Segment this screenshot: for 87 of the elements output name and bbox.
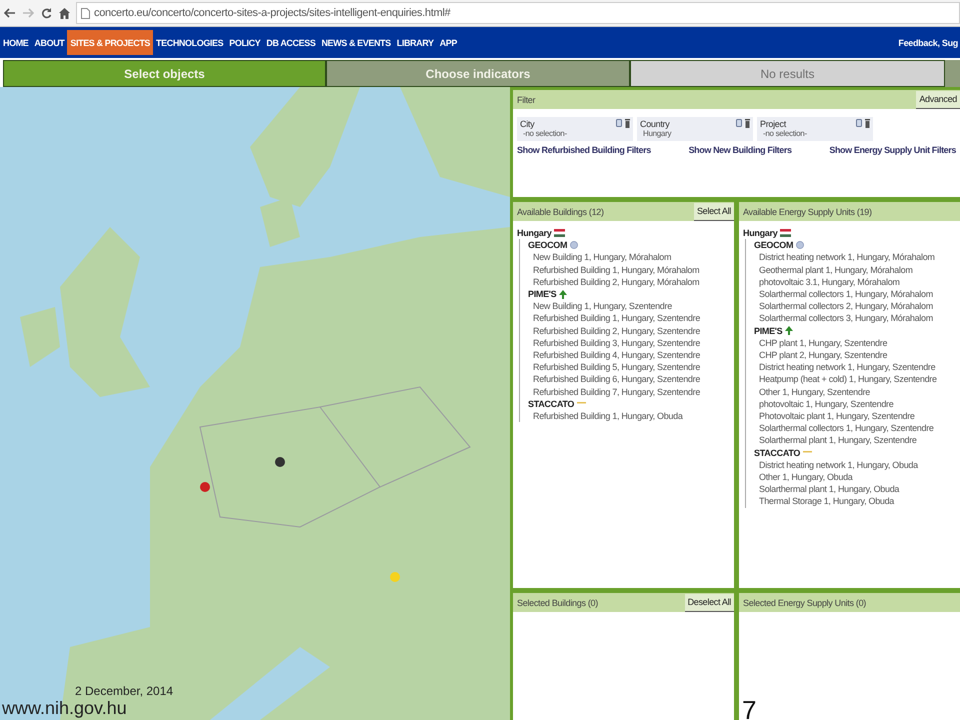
select-all-button[interactable]: Select All bbox=[694, 202, 734, 220]
tree-item[interactable]: CHP plant 1, Hungary, Szentendre bbox=[759, 336, 888, 350]
tree-item[interactable]: Refurbished Building 7, Hungary, Szentendre bbox=[533, 386, 700, 398]
trash-icon[interactable] bbox=[865, 119, 870, 128]
filter-label: Country bbox=[640, 119, 671, 129]
tree-item[interactable]: Heatpump (heat + cold) 1, Hungary, Szentendre bbox=[759, 373, 937, 386]
panel-title: Selected Buildings (0) bbox=[517, 598, 598, 608]
filter-value: Hungary bbox=[642, 129, 672, 139]
tree-item[interactable]: Thermal Storage 1, Hungary, Obuda bbox=[759, 495, 894, 508]
nav-link[interactable]: DB ACCESS bbox=[263, 30, 318, 55]
filter-field[interactable]: City -no selection- bbox=[517, 117, 633, 141]
filter-field[interactable]: Project -no selection- bbox=[757, 117, 873, 141]
tree-group-label[interactable]: GEOCOM bbox=[754, 239, 794, 252]
tree-item[interactable]: District heating network 1, Hungary, Szentendre bbox=[759, 361, 936, 374]
nav-link[interactable]: POLICY bbox=[226, 30, 264, 55]
tree-item[interactable]: Geothermal plant 1, Hungary, Mórahalom bbox=[759, 264, 913, 276]
reload-icon[interactable] bbox=[40, 7, 52, 19]
nav-link[interactable]: NEWS & EVENTS bbox=[318, 30, 394, 55]
globe-icon bbox=[796, 241, 804, 250]
filter-label: Project bbox=[760, 119, 788, 129]
advanced-button[interactable]: Advanced bbox=[916, 90, 960, 108]
tree-item[interactable]: Solarthermal plant 1, Hungary, Szentendre bbox=[759, 434, 917, 447]
panel-title: Available Energy Supply Units (19) bbox=[743, 206, 872, 216]
tree-item[interactable]: Refurbished Building 4, Hungary, Szentendre bbox=[533, 349, 700, 362]
tree-group-label[interactable]: PIME'S bbox=[528, 288, 556, 300]
tree-item[interactable]: Refurbished Building 2, Hungary, Mórahalom bbox=[533, 276, 700, 288]
flag-icon bbox=[780, 229, 792, 238]
tree-item[interactable]: Refurbished Building 2, Hungary, Szentendre bbox=[533, 324, 700, 337]
home-icon[interactable] bbox=[58, 7, 70, 19]
tree-item[interactable]: Solarthermal plant 1, Hungary, Obuda bbox=[759, 483, 900, 496]
tree-item[interactable]: photovoltaic 1, Hungary, Szentendre bbox=[759, 398, 894, 410]
panel-title: Filter bbox=[517, 94, 536, 104]
tree-item[interactable]: photovoltaic 3.1, Hungary, Mórahalom bbox=[759, 276, 900, 288]
nav-link[interactable]: TECHNOLOGIES bbox=[153, 30, 226, 55]
panel-title: Selected Energy Supply Units (0) bbox=[743, 598, 866, 608]
tree-item[interactable]: New Building 1, Hungary, Szentendre bbox=[533, 300, 672, 312]
trash-icon[interactable] bbox=[625, 119, 630, 128]
tree-item[interactable]: Refurbished Building 1, Hungary, Szentendre bbox=[533, 312, 700, 325]
tree-item[interactable]: Solarthermal collectors 1, Hungary, Mórahalom bbox=[759, 288, 933, 300]
filter-value: -no selection- bbox=[522, 129, 568, 139]
nav-link[interactable]: APP bbox=[436, 30, 460, 55]
tree-item[interactable]: Refurbished Building 5, Hungary, Szentendre bbox=[533, 361, 700, 374]
filter-label: City bbox=[520, 119, 536, 129]
tree-item[interactable]: Solarthermal collectors 3, Hungary, Mórahalom bbox=[759, 312, 933, 325]
filter-link[interactable]: Show Energy Supply Unit Filters bbox=[829, 145, 956, 155]
filter-link[interactable]: Show Refurbished Building Filters bbox=[517, 145, 651, 155]
slide-number: 7 bbox=[742, 698, 756, 720]
feedback-link[interactable]: Feedback, Sug bbox=[898, 38, 960, 48]
dash-icon bbox=[577, 402, 586, 406]
tree-item[interactable]: Refurbished Building 1, Hungary, Mórahalom bbox=[533, 264, 700, 276]
tree-group-label[interactable]: PIME'S bbox=[754, 324, 782, 337]
tree-group-label[interactable]: Hungary bbox=[517, 227, 552, 240]
nav-link[interactable]: HOME bbox=[0, 30, 32, 55]
tree-item[interactable]: Photovoltaic plant 1, Hungary, Szentendre bbox=[759, 410, 915, 422]
tree-item[interactable]: Solarthermal collectors 2, Hungary, Mórahalom bbox=[759, 300, 933, 312]
tree-item[interactable]: New Building 1, Hungary, Mórahalom bbox=[533, 251, 672, 264]
tree-group-label[interactable]: GEOCOM bbox=[528, 239, 568, 252]
flag-icon bbox=[554, 229, 566, 238]
tree-icon bbox=[785, 326, 794, 336]
filter-field[interactable]: Country Hungary bbox=[637, 117, 753, 141]
tree-group-label[interactable]: STACCATO bbox=[528, 398, 574, 410]
back-icon[interactable] bbox=[4, 7, 16, 19]
tree-item[interactable]: Refurbished Building 3, Hungary, Szentendre bbox=[533, 336, 700, 350]
dash-icon bbox=[803, 451, 812, 454]
nav-link[interactable]: LIBRARY bbox=[394, 30, 437, 55]
tree-item[interactable]: District heating network 1, Hungary, Mórahalom bbox=[759, 251, 935, 264]
tree-item[interactable]: Other 1, Hungary, Obuda bbox=[759, 471, 852, 484]
tree-item[interactable]: Refurbished Building 1, Hungary, Obuda bbox=[533, 410, 683, 422]
tree-item[interactable]: CHP plant 2, Hungary, Szentendre bbox=[759, 349, 888, 362]
deselect-all-button[interactable]: Deselect All bbox=[684, 594, 734, 612]
panel-title: Available Buildings (12) bbox=[517, 206, 604, 216]
slide-date: 2 December, 2014 bbox=[75, 684, 174, 698]
tree-item[interactable]: Refurbished Building 6, Hungary, Szentendre bbox=[533, 373, 700, 386]
tree-group-label[interactable]: Hungary bbox=[743, 227, 778, 240]
filter-link[interactable]: Show New Building Filters bbox=[688, 145, 792, 155]
tree-group-label[interactable]: STACCATO bbox=[754, 446, 800, 459]
tree-icon bbox=[559, 290, 568, 299]
nav-link[interactable]: ABOUT bbox=[31, 30, 68, 55]
tree-item[interactable]: District heating network 1, Hungary, Obuda bbox=[759, 458, 918, 472]
tree-item[interactable]: Solarthermal collectors 1, Hungary, Szentendre bbox=[759, 422, 934, 434]
filter-value: -no selection- bbox=[762, 129, 808, 139]
tree-item[interactable]: Other 1, Hungary, Szentendre bbox=[759, 386, 870, 398]
globe-icon bbox=[570, 241, 578, 250]
trash-icon[interactable] bbox=[745, 119, 750, 128]
address-field[interactable]: concerto.eu/concerto/concerto-sites-a-projects/sites-intelligent-enquiries.html# bbox=[76, 2, 960, 24]
slide-url: www.nih.gov.hu bbox=[2, 698, 127, 719]
page-icon bbox=[81, 8, 90, 18]
